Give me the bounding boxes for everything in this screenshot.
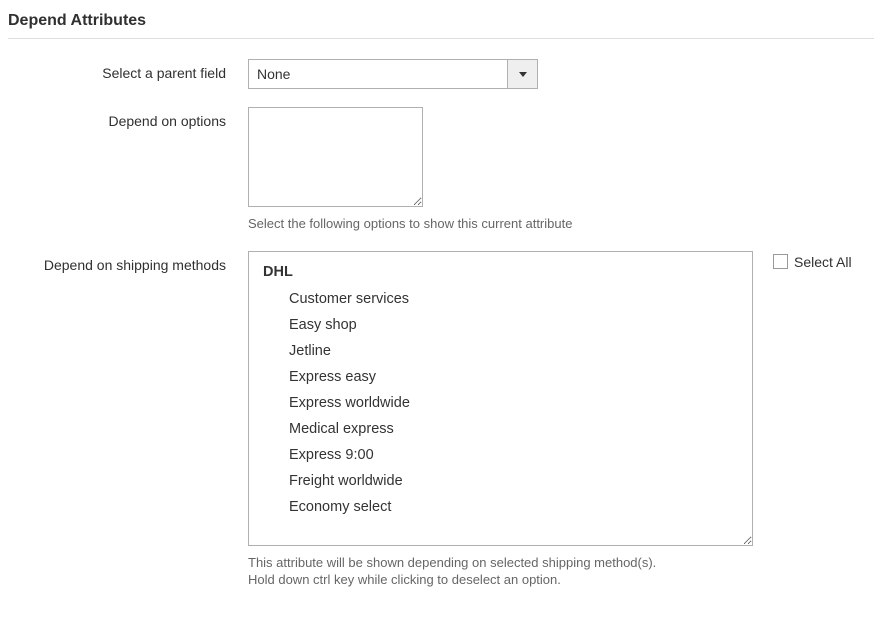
parent-field-dropdown-button[interactable] bbox=[507, 60, 537, 88]
select-all-checkbox[interactable] bbox=[773, 254, 788, 269]
shipping-methods-multiselect[interactable]: DHLCustomer servicesEasy shopJetlineExpr… bbox=[248, 251, 753, 546]
shipping-option[interactable]: Express worldwide bbox=[249, 390, 752, 416]
helper-depend-options: Select the following options to show thi… bbox=[248, 215, 572, 233]
shipping-option[interactable]: Customer services bbox=[249, 286, 752, 312]
label-shipping-methods: Depend on shipping methods bbox=[8, 251, 248, 273]
shipping-option[interactable]: Freight worldwide bbox=[249, 468, 752, 494]
row-depend-options: Depend on options Select the following o… bbox=[8, 107, 874, 233]
shipping-option[interactable]: Easy shop bbox=[249, 312, 752, 338]
parent-field-select[interactable]: None bbox=[248, 59, 538, 89]
parent-field-value: None bbox=[249, 60, 507, 88]
shipping-option[interactable]: Medical express bbox=[249, 416, 752, 442]
row-parent-field: Select a parent field None bbox=[8, 59, 874, 89]
chevron-down-icon bbox=[519, 72, 527, 77]
label-parent-field: Select a parent field bbox=[8, 59, 248, 81]
shipping-group-dhl: DHL bbox=[249, 258, 752, 286]
shipping-option[interactable]: Express 9:00 bbox=[249, 442, 752, 468]
section-title: Depend Attributes bbox=[8, 12, 874, 39]
select-all-label[interactable]: Select All bbox=[794, 254, 852, 270]
shipping-option[interactable]: Jetline bbox=[249, 338, 752, 364]
label-depend-options: Depend on options bbox=[8, 107, 248, 129]
shipping-option[interactable]: Economy select bbox=[249, 494, 752, 520]
helper-shipping-methods: This attribute will be shown depending o… bbox=[248, 554, 753, 589]
shipping-option[interactable]: Express easy bbox=[249, 364, 752, 390]
depend-options-textarea[interactable] bbox=[248, 107, 423, 207]
row-shipping-methods: Depend on shipping methods DHLCustomer s… bbox=[8, 251, 874, 589]
